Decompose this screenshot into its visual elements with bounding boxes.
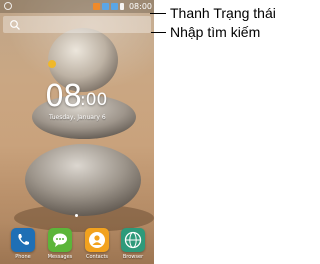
callout-search: Nhập tìm kiếm (170, 24, 261, 40)
contacts-icon (85, 228, 109, 252)
callout-line-status-bar (150, 13, 166, 14)
status-time: 08:00 (128, 2, 152, 11)
app-contacts[interactable]: Contacts (82, 228, 112, 260)
clock-minute: :00 (80, 90, 108, 110)
clock-accent-dot (48, 60, 56, 68)
clock-date: Tuesday, January 6 (49, 114, 106, 121)
app-label-contacts: Contacts (85, 254, 109, 260)
notification-icon (93, 3, 100, 10)
phone-home-screen: 08:00 08 :00 Tuesday, January 6 Phone Me… (0, 0, 154, 264)
callout-status-bar: Thanh Trạng thái (170, 5, 276, 21)
app-label-messages: Messages (47, 254, 73, 260)
settings-circle-icon (4, 2, 12, 10)
battery-icon (120, 3, 124, 10)
clock-hour: 08 (45, 79, 82, 114)
phone-icon (11, 228, 35, 252)
app-phone[interactable]: Phone (8, 228, 38, 260)
signal-icon (111, 3, 118, 10)
browser-icon (121, 228, 145, 252)
app-label-browser: Browser (122, 254, 144, 260)
wifi-icon (102, 3, 109, 10)
page-indicator (75, 214, 78, 217)
status-bar: 08:00 (0, 0, 154, 13)
app-browser[interactable]: Browser (118, 228, 148, 260)
status-icons (93, 2, 124, 11)
messages-icon (48, 228, 72, 252)
search-bar[interactable] (3, 16, 151, 33)
search-icon (10, 20, 20, 30)
app-messages[interactable]: Messages (45, 228, 75, 260)
app-label-phone: Phone (15, 254, 31, 260)
callout-line-search (151, 32, 166, 33)
